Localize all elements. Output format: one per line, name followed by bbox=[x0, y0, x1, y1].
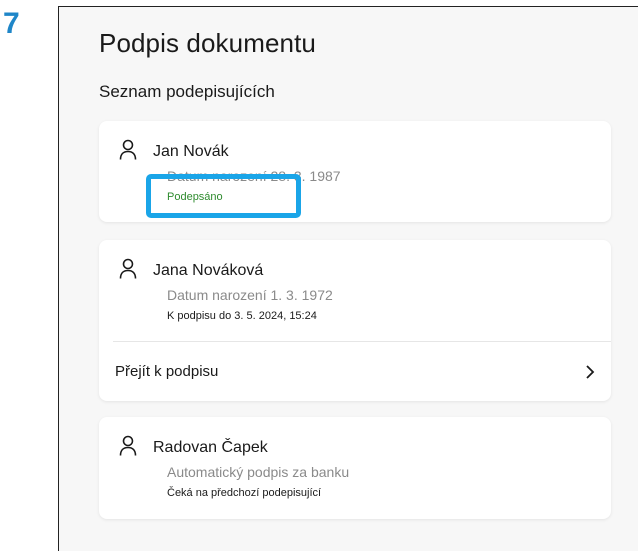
signer-name: Jan Novák bbox=[153, 143, 229, 160]
status-badge: Podepsáno bbox=[167, 191, 223, 203]
signer-role: Automatický podpis za banku bbox=[167, 464, 350, 480]
signer-card-radovan-capek: Radovan Čapek Automatický podpis za bank… bbox=[99, 417, 611, 519]
signer-birth-date: Datum narození 1. 3. 1972 bbox=[167, 287, 333, 303]
signing-deadline: K podpisu do 3. 5. 2024, 15:24 bbox=[167, 310, 317, 322]
go-to-signing-label: Přejít k podpisu bbox=[115, 363, 219, 380]
waiting-status: Čeká na předchozí podepisující bbox=[167, 487, 322, 499]
signer-card-jan-novak: Jan Novák Datum narození 28. 3. 1987 Pod… bbox=[99, 121, 611, 222]
signer-name: Radovan Čapek bbox=[153, 439, 268, 456]
go-to-signing-button[interactable]: Přejít k podpisu bbox=[99, 342, 611, 401]
app-screen: Podpis dokumentu Seznam podepisujících J… bbox=[58, 6, 638, 551]
section-title: Seznam podepisujících bbox=[99, 82, 275, 101]
person-icon bbox=[119, 139, 137, 161]
step-number: 7 bbox=[3, 7, 20, 40]
signer-card-jana-novakova: Jana Nováková Datum narození 1. 3. 1972 … bbox=[99, 240, 611, 401]
page-title: Podpis dokumentu bbox=[99, 28, 316, 58]
signer-birth-date: Datum narození 28. 3. 1987 bbox=[167, 168, 341, 184]
chevron-right-icon bbox=[585, 364, 595, 380]
person-icon bbox=[119, 258, 137, 280]
signer-name: Jana Nováková bbox=[153, 262, 264, 279]
person-icon bbox=[119, 435, 137, 457]
